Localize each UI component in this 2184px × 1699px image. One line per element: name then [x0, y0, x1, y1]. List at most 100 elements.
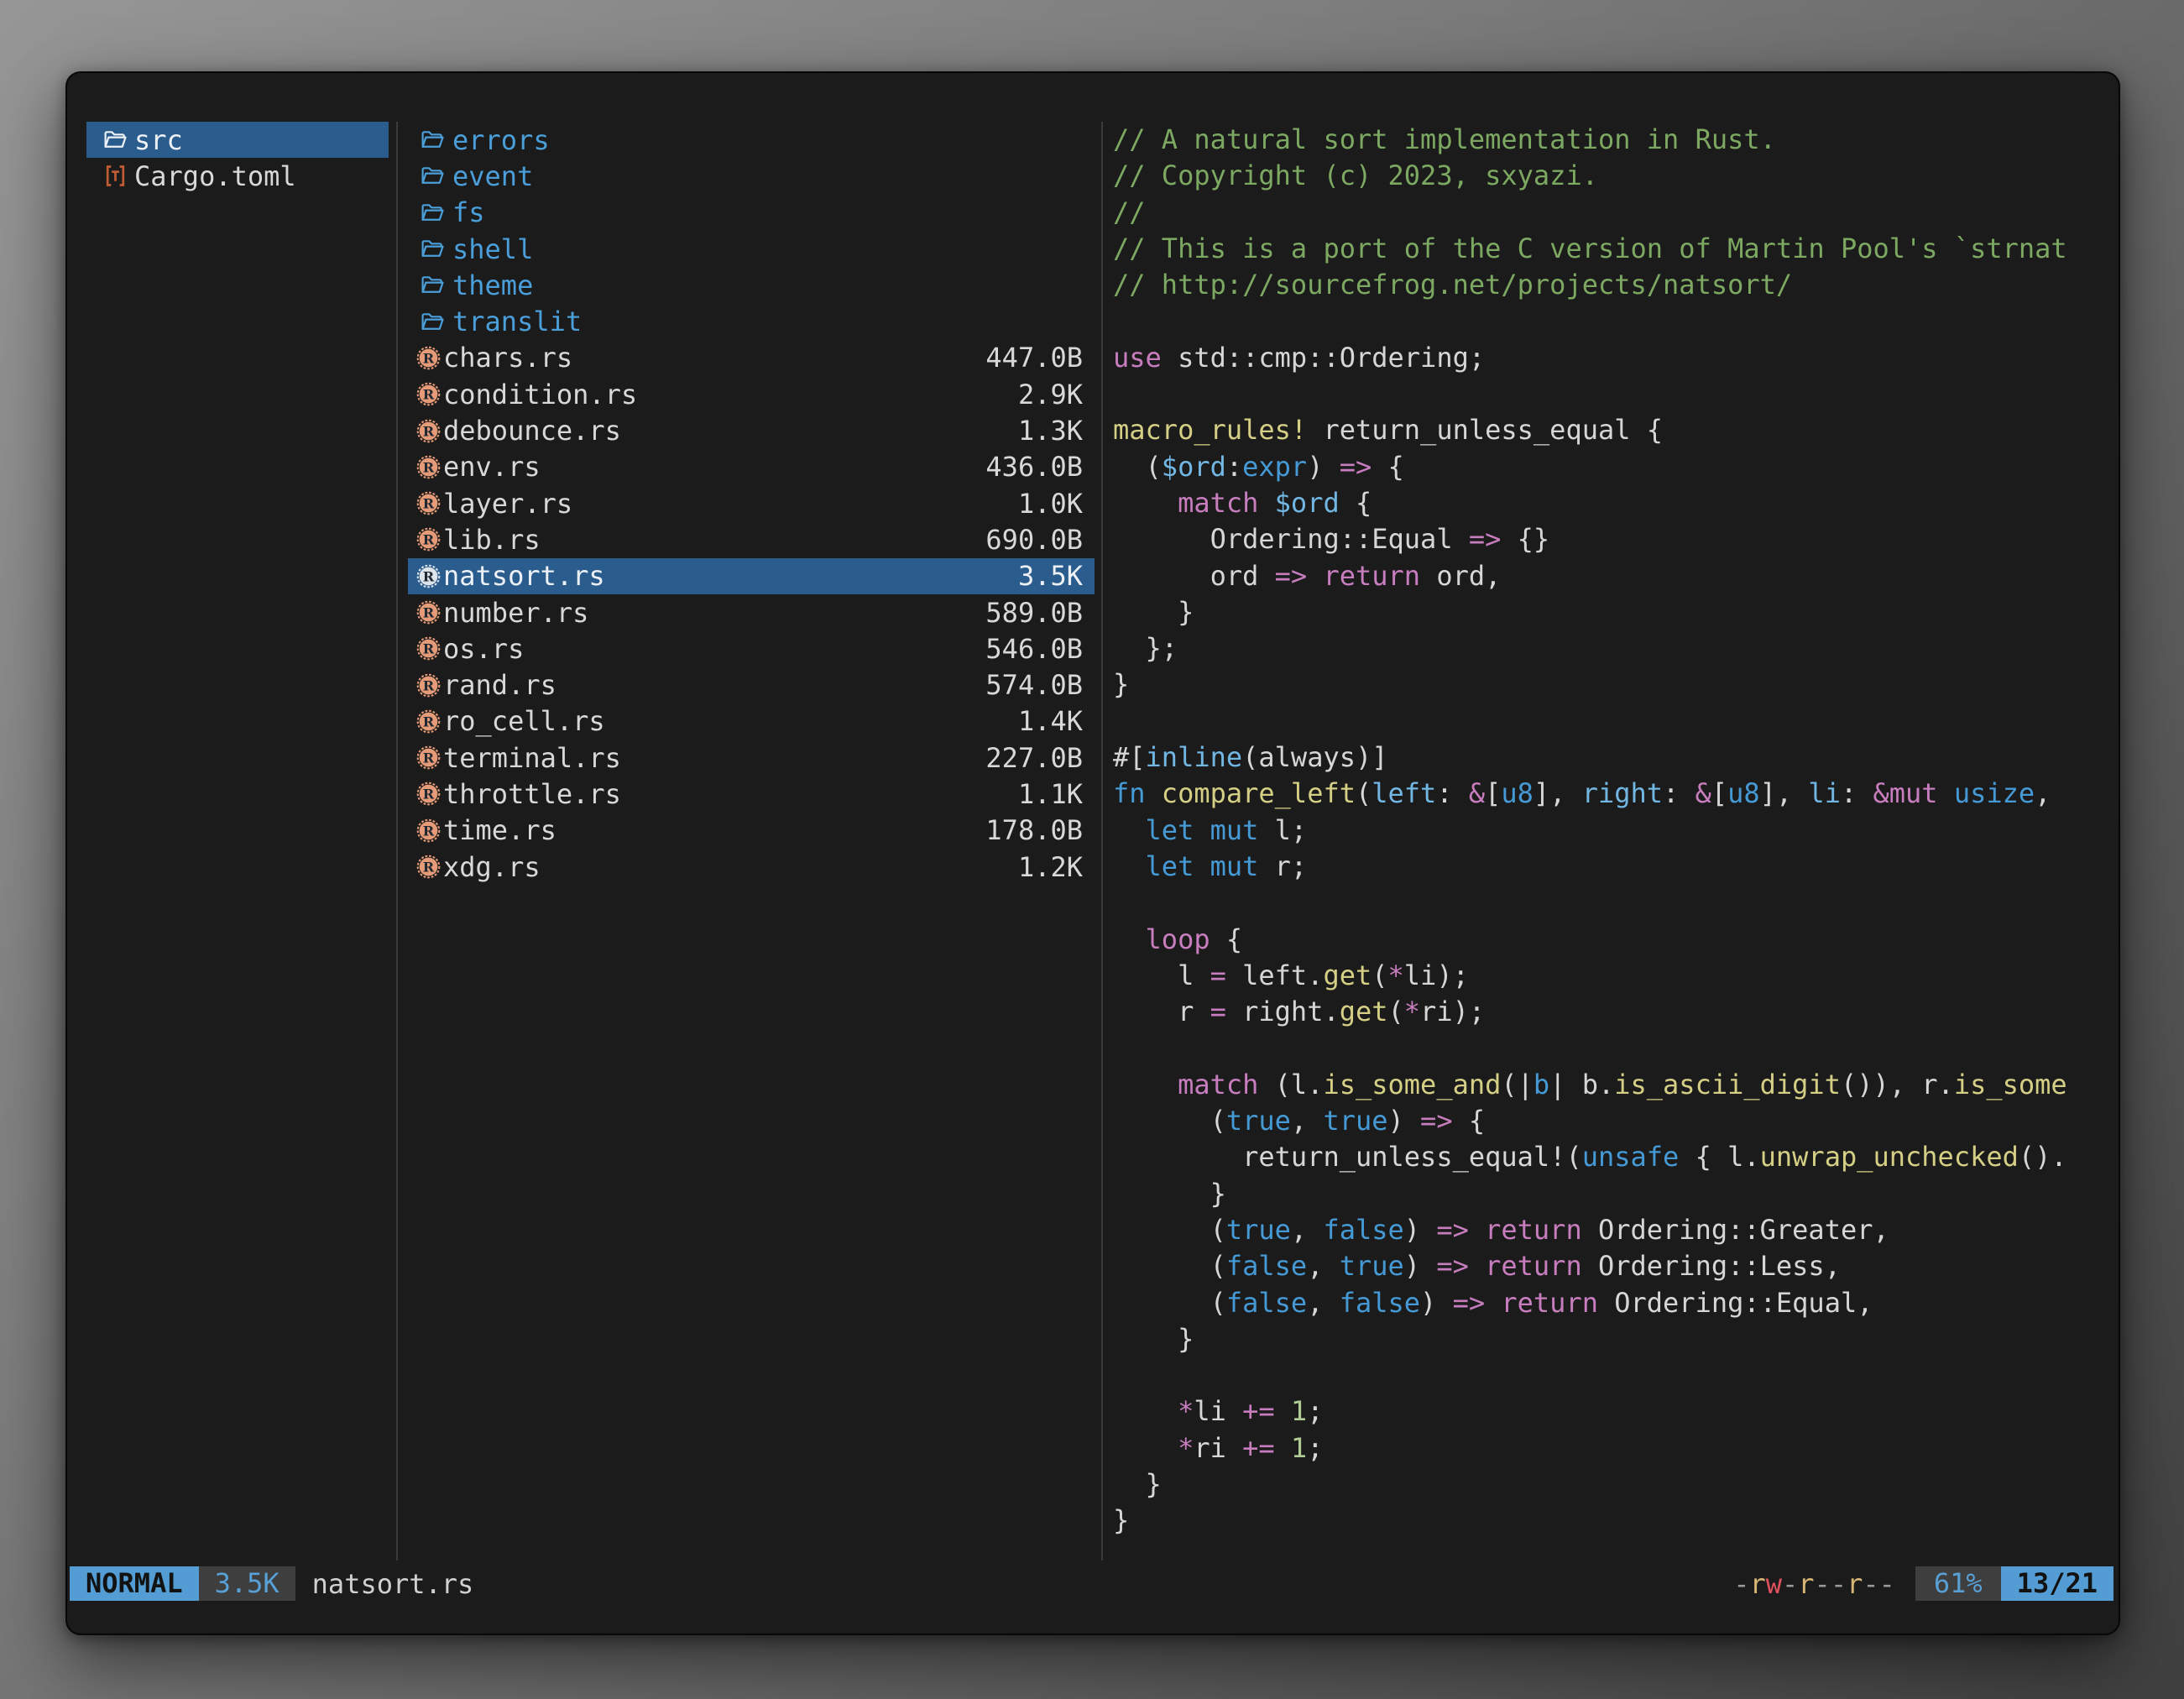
file-row-lib[interactable]: lib.rs 690.0B — [408, 521, 1095, 557]
rust-icon — [415, 781, 443, 807]
file-row-label: os.rs — [443, 633, 985, 665]
rust-icon — [415, 381, 443, 407]
code-line — [1113, 885, 2117, 921]
file-row-layer[interactable]: layer.rs 1.0K — [408, 485, 1095, 521]
file-row-natsort-selected[interactable]: natsort.rs 3.5K — [408, 558, 1095, 594]
rust-icon — [415, 818, 443, 844]
file-row-debounce[interactable]: debounce.rs 1.3K — [408, 412, 1095, 448]
file-row-xdg[interactable]: xdg.rs 1.2K — [408, 849, 1095, 885]
file-row-os[interactable]: os.rs 546.0B — [408, 630, 1095, 667]
rust-icon — [415, 599, 443, 625]
file-row-label: rand.rs — [443, 669, 985, 701]
rust-icon — [415, 672, 443, 698]
file-row-number[interactable]: number.rs 589.0B — [408, 594, 1095, 630]
rust-icon — [415, 345, 443, 371]
folder-icon — [420, 272, 452, 298]
file-size: 574.0B — [985, 669, 1095, 701]
file-row-ro-cell[interactable]: ro_cell.rs 1.4K — [408, 703, 1095, 740]
file-row-rand[interactable]: rand.rs 574.0B — [408, 667, 1095, 703]
file-size: 3.5K — [1018, 560, 1095, 592]
code-line: ord => return ord, — [1113, 558, 2117, 594]
dir-row-label: translit — [452, 306, 1095, 337]
file-size: 1.0K — [1018, 488, 1095, 520]
cursor-position-badge: 13/21 — [2001, 1566, 2113, 1601]
file-row-env[interactable]: env.rs 436.0B — [408, 449, 1095, 485]
file-size: 1.1K — [1018, 778, 1095, 810]
code-line: r = right.get(*ri); — [1113, 994, 2117, 1030]
dir-row-fs[interactable]: fs — [408, 195, 1095, 231]
code-line — [1113, 1030, 2117, 1066]
folder-icon — [102, 127, 134, 153]
code-line: (false, true) => return Ordering::Less, — [1113, 1248, 2117, 1284]
code-line: let mut r; — [1113, 849, 2117, 885]
dir-row-theme[interactable]: theme — [408, 267, 1095, 303]
file-row-label: xdg.rs — [443, 851, 1018, 883]
code-line: } — [1113, 1176, 2117, 1212]
dir-row-event[interactable]: event — [408, 158, 1095, 194]
code-line: l = left.get(*li); — [1113, 958, 2117, 994]
file-row-label: condition.rs — [443, 379, 1018, 410]
dir-row-translit[interactable]: translit — [408, 303, 1095, 339]
file-row-terminal[interactable]: terminal.rs 227.0B — [408, 740, 1095, 776]
code-line: // A natural sort implementation in Rust… — [1113, 122, 2117, 158]
code-line — [1113, 376, 2117, 412]
code-line: // — [1113, 195, 2117, 231]
parent-item-label: Cargo.toml — [134, 160, 389, 192]
dir-row-label: fs — [452, 196, 1095, 228]
rust-icon — [415, 708, 443, 734]
file-size: 1.2K — [1018, 851, 1095, 883]
file-row-condition[interactable]: condition.rs 2.9K — [408, 376, 1095, 412]
dir-row-shell[interactable]: shell — [408, 231, 1095, 267]
file-row-label: number.rs — [443, 597, 985, 629]
file-size: 178.0B — [985, 814, 1095, 846]
file-row-label: time.rs — [443, 814, 985, 846]
file-size-badge: 3.5K — [199, 1566, 295, 1601]
mode-badge: NORMAL — [70, 1566, 199, 1601]
rust-icon — [415, 490, 443, 516]
code-line: } — [1113, 1321, 2117, 1357]
file-size: 690.0B — [985, 524, 1095, 556]
code-line: return_unless_equal!(unsafe { l.unwrap_u… — [1113, 1139, 2117, 1175]
scroll-percent-badge: 61% — [1915, 1566, 2001, 1601]
code-line: // http://sourcefrog.net/projects/natsor… — [1113, 267, 2117, 303]
file-size: 589.0B — [985, 597, 1095, 629]
code-line: match $ord { — [1113, 485, 2117, 521]
folder-icon — [420, 163, 452, 189]
code-line: Ordering::Equal => {} — [1113, 521, 2117, 557]
status-bar: NORMAL 3.5K natsort.rs -rw-r--r-- 61% 13… — [67, 1566, 2119, 1601]
rust-icon — [415, 635, 443, 661]
code-line: use std::cmp::Ordering; — [1113, 340, 2117, 376]
dir-row-label: theme — [452, 269, 1095, 301]
file-row-label: terminal.rs — [443, 742, 985, 774]
rust-icon — [415, 563, 443, 589]
dir-row-errors[interactable]: errors — [408, 122, 1095, 158]
code-line: let mut l; — [1113, 813, 2117, 849]
file-row-time[interactable]: time.rs 178.0B — [408, 813, 1095, 849]
file-permissions: -rw-r--r-- — [1733, 1568, 1895, 1600]
code-line: *li += 1; — [1113, 1393, 2117, 1430]
file-row-throttle[interactable]: throttle.rs 1.1K — [408, 776, 1095, 812]
file-row-label: env.rs — [443, 451, 985, 483]
parent-item-cargo-toml[interactable]: Cargo.toml — [86, 158, 389, 194]
code-line — [1113, 703, 2117, 740]
status-filename: natsort.rs — [312, 1568, 474, 1600]
parent-item-src[interactable]: src — [86, 122, 389, 158]
file-size: 1.4K — [1018, 705, 1095, 737]
file-row-chars[interactable]: chars.rs 447.0B — [408, 340, 1095, 376]
code-line: } — [1113, 1466, 2117, 1503]
code-line: } — [1113, 594, 2117, 630]
code-line: match (l.is_some_and(|b| b.is_ascii_digi… — [1113, 1067, 2117, 1103]
file-row-label: debounce.rs — [443, 415, 1018, 447]
file-size: 546.0B — [985, 633, 1095, 665]
file-preview-pane: // A natural sort implementation in Rust… — [1113, 122, 2117, 1560]
code-line: // This is a port of the C version of Ma… — [1113, 231, 2117, 267]
file-row-label: lib.rs — [443, 524, 985, 556]
file-row-label: layer.rs — [443, 488, 1018, 520]
code-line: fn compare_left(left: &[u8], right: &[u8… — [1113, 776, 2117, 812]
folder-icon — [420, 127, 452, 153]
dir-row-label: errors — [452, 124, 1095, 156]
dir-row-label: event — [452, 160, 1095, 192]
file-row-label: natsort.rs — [443, 560, 1018, 592]
toml-icon — [102, 163, 134, 189]
current-dir-pane: errors event fs shell theme translit cha… — [408, 122, 1095, 885]
